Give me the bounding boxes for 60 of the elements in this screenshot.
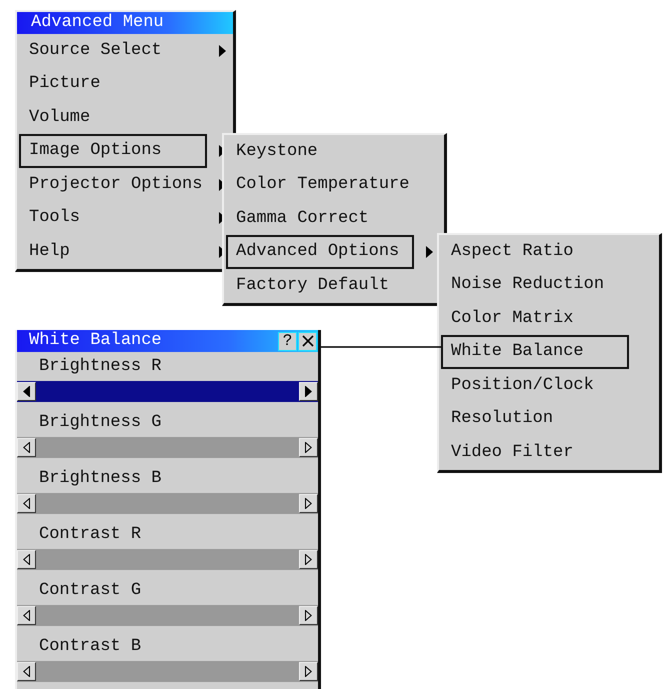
menu-item[interactable]: Source Select <box>19 34 207 68</box>
increase-button[interactable] <box>299 438 318 457</box>
decrease-button[interactable] <box>17 606 36 625</box>
menu-item[interactable]: Gamma Correct <box>226 202 414 236</box>
menu-item[interactable]: Video Filter <box>441 436 629 470</box>
slider-label: Brightness R <box>38 356 162 378</box>
menu-item[interactable]: Resolution <box>441 402 629 436</box>
left-arrow-icon <box>23 554 30 565</box>
increase-button[interactable] <box>299 550 318 569</box>
left-arrow-icon <box>23 666 30 677</box>
right-arrow-icon <box>305 666 312 677</box>
increase-button[interactable] <box>299 606 318 625</box>
slider-label: Brightness G <box>38 412 162 434</box>
right-arrow-icon <box>305 498 312 509</box>
menu-item[interactable]: Factory Default <box>226 268 414 303</box>
decrease-button[interactable] <box>17 494 36 513</box>
help-button[interactable]: ? <box>278 332 297 350</box>
slider-track[interactable] <box>17 493 318 514</box>
slider-label: Contrast R <box>38 524 142 546</box>
slider-track[interactable] <box>17 661 318 682</box>
decrease-button[interactable] <box>17 438 36 457</box>
menu-item[interactable]: Aspect Ratio <box>441 234 629 269</box>
menu-item[interactable]: Position/Clock <box>441 368 629 403</box>
left-arrow-icon <box>23 610 30 621</box>
left-arrow-icon <box>23 386 30 397</box>
slider-track[interactable] <box>17 549 318 570</box>
menu-item[interactable]: Image Options <box>19 134 207 168</box>
left-arrow-icon <box>23 442 30 453</box>
left-arrow-icon <box>23 498 30 509</box>
menu-item[interactable]: White Balance <box>441 335 629 370</box>
dialog-title: White Balance <box>28 330 163 352</box>
menu-item[interactable]: Color Temperature <box>226 168 414 202</box>
right-arrow-icon <box>305 610 312 621</box>
menu-item[interactable]: Noise Reduction <box>441 268 629 302</box>
menu-item[interactable]: Advanced Options <box>226 235 414 270</box>
menu-item[interactable]: Color Matrix <box>441 302 629 336</box>
menu-item[interactable]: Picture <box>19 67 207 102</box>
menu-item[interactable]: Volume <box>19 100 207 135</box>
menu-item[interactable]: Tools <box>19 201 207 236</box>
slider-label: Contrast G <box>38 580 142 602</box>
slider-track[interactable] <box>17 605 318 626</box>
slider-track[interactable] <box>17 437 318 458</box>
menu-item[interactable]: Help <box>19 234 207 269</box>
menu-title: Advanced Menu <box>17 12 233 34</box>
right-arrow-icon <box>305 442 312 453</box>
decrease-button[interactable] <box>17 662 36 681</box>
increase-button[interactable] <box>299 494 318 513</box>
close-icon <box>302 335 314 347</box>
increase-button[interactable] <box>299 662 318 681</box>
right-arrow-icon <box>305 386 312 397</box>
increase-button[interactable] <box>299 382 318 401</box>
decrease-button[interactable] <box>17 550 36 569</box>
slider-label: Contrast B <box>38 636 142 658</box>
slider-track[interactable] <box>17 381 318 402</box>
close-button[interactable] <box>298 332 317 350</box>
slider-label: Brightness B <box>38 468 162 490</box>
right-arrow-icon <box>305 554 312 565</box>
menu-item[interactable]: Projector Options <box>19 168 207 202</box>
decrease-button[interactable] <box>17 382 36 401</box>
menu-item[interactable]: Keystone <box>226 134 414 169</box>
